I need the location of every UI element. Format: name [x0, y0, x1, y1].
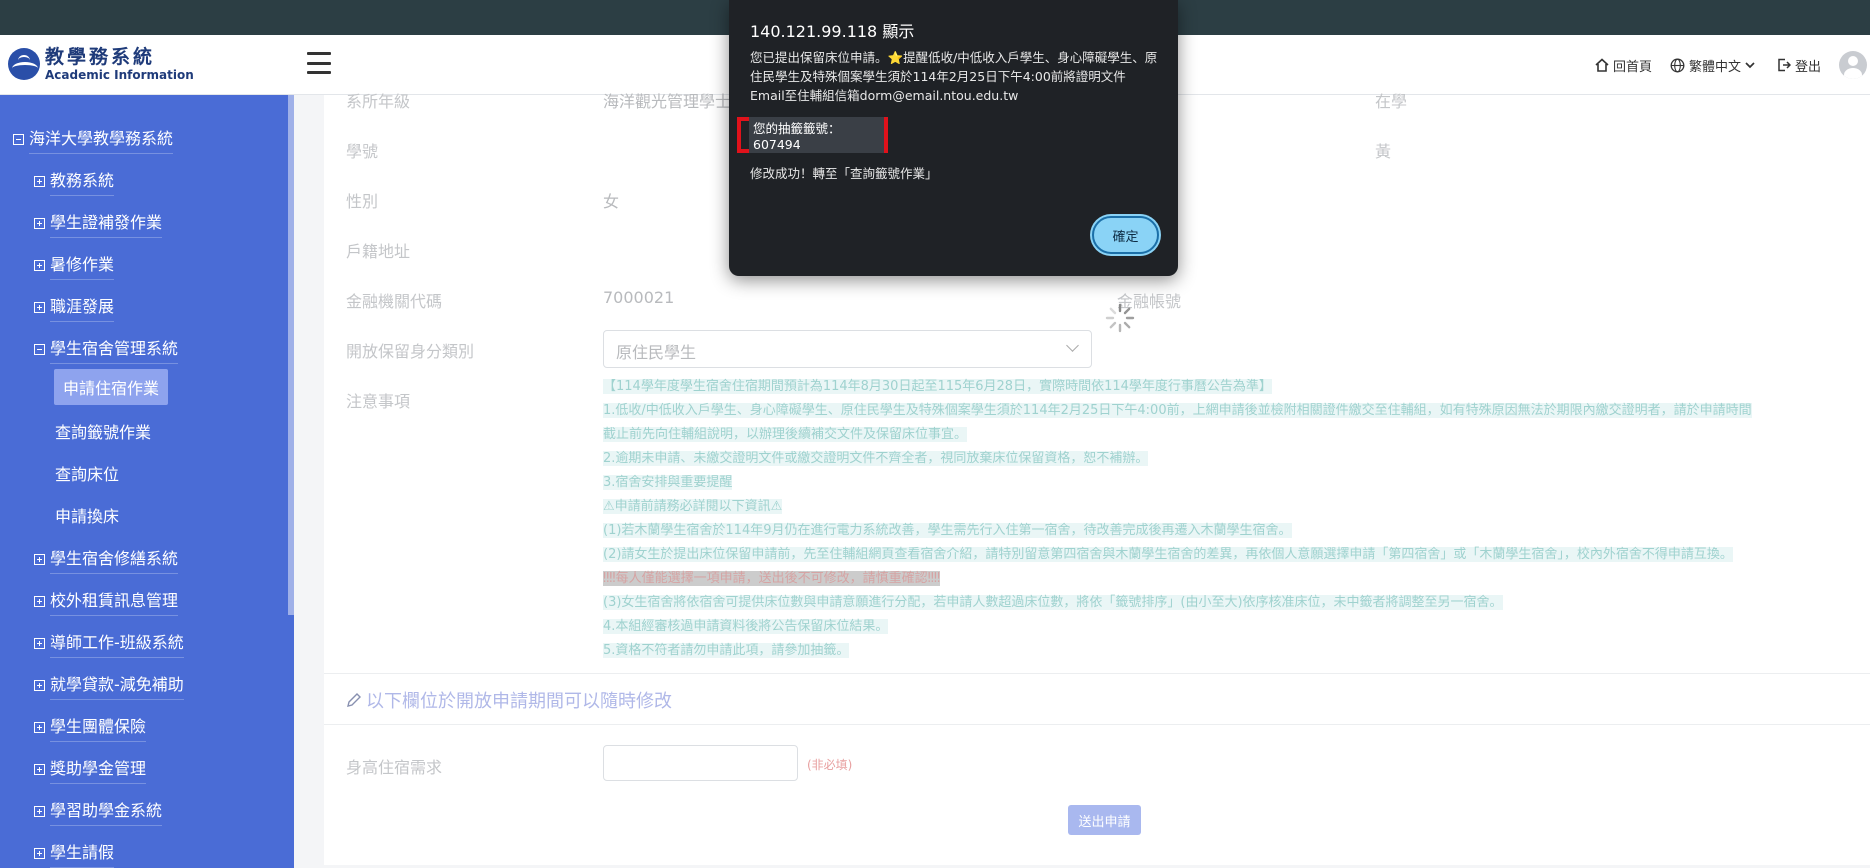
alert-dialog: 140.121.99.118 顯示 您已提出保留床位申請。⭐提醒低收/中低收入戶…: [729, 0, 1178, 276]
lottery-number: 您的抽籤籤號：607494: [749, 117, 884, 153]
dialog-title: 140.121.99.118 顯示: [750, 22, 915, 41]
lottery-number-highlight: 您的抽籤籤號：607494: [737, 117, 888, 153]
dialog-success-message: 修改成功！轉至「查詢籤號作業」: [750, 166, 938, 181]
dialog-message: 您已提出保留床位申請。⭐提醒低收/中低收入戶學生、身心障礙學生、原住民學生及特殊…: [750, 50, 1158, 103]
ok-button[interactable]: 確定: [1092, 216, 1159, 254]
